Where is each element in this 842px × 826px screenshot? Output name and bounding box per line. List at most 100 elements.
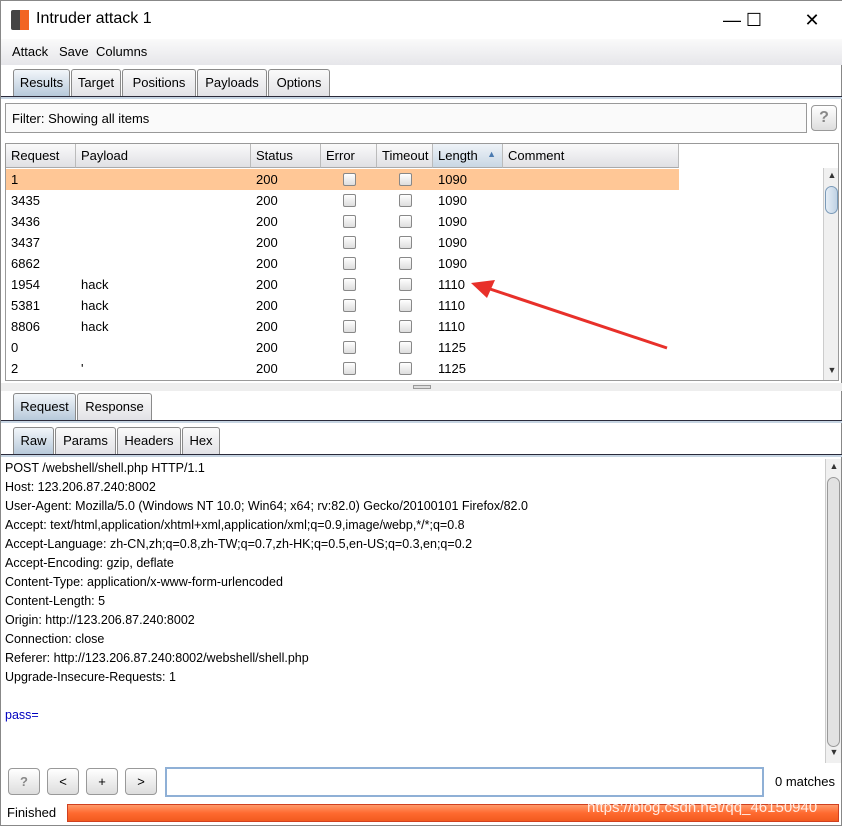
cell-length: 1090 bbox=[438, 235, 467, 250]
editor-scroll-down-icon[interactable]: ▼ bbox=[826, 747, 842, 761]
column-request[interactable]: Request bbox=[6, 144, 76, 168]
cell-request: 3437 bbox=[11, 235, 40, 250]
column-timeout[interactable]: Timeout bbox=[377, 144, 433, 168]
timeout-checkbox bbox=[399, 173, 412, 186]
cell-request: 3436 bbox=[11, 214, 40, 229]
request-line: Content-Type: application/x-www-form-url… bbox=[5, 575, 283, 589]
tab-raw[interactable]: Raw bbox=[13, 427, 54, 454]
splitter[interactable] bbox=[1, 383, 842, 391]
tab-request[interactable]: Request bbox=[13, 393, 76, 420]
title-bar: Intruder attack 1 — ☐ ✕ bbox=[1, 1, 842, 39]
column-payload[interactable]: Payload bbox=[76, 144, 251, 168]
timeout-checkbox bbox=[399, 362, 412, 375]
cell-payload: hack bbox=[81, 298, 109, 313]
cell-status: 200 bbox=[256, 298, 278, 313]
cell-status: 200 bbox=[256, 340, 278, 355]
tab-options[interactable]: Options bbox=[268, 69, 330, 96]
cell-request: 6862 bbox=[11, 256, 40, 271]
cell-length: 1110 bbox=[438, 277, 465, 292]
cell-status: 200 bbox=[256, 214, 278, 229]
error-checkbox bbox=[343, 278, 356, 291]
error-checkbox bbox=[343, 215, 356, 228]
error-checkbox bbox=[343, 257, 356, 270]
cell-length: 1110 bbox=[438, 298, 465, 313]
cell-status: 200 bbox=[256, 193, 278, 208]
cell-length: 1090 bbox=[438, 256, 467, 271]
column-comment[interactable]: Comment bbox=[503, 144, 679, 168]
error-checkbox bbox=[343, 173, 356, 186]
tab-positions[interactable]: Positions bbox=[122, 69, 196, 96]
editor-scroll-thumb[interactable] bbox=[827, 477, 840, 747]
request-body: pass= bbox=[5, 708, 39, 722]
table-row[interactable]: 6862 200 1090 bbox=[6, 253, 679, 274]
menu-columns[interactable]: Columns bbox=[96, 44, 147, 59]
table-row[interactable]: 3437 200 1090 bbox=[6, 232, 679, 253]
tab-headers[interactable]: Headers bbox=[117, 427, 181, 454]
request-line: POST /webshell/shell.php HTTP/1.1 bbox=[5, 461, 205, 475]
editor-scrollbar[interactable]: ▲ ▼ bbox=[825, 459, 841, 763]
status-text: Finished bbox=[7, 805, 57, 820]
filter-bar[interactable]: Filter: Showing all items bbox=[5, 103, 807, 133]
table-row[interactable]: 3436 200 1090 bbox=[6, 211, 679, 232]
request-line: Accept: text/html,application/xhtml+xml,… bbox=[5, 518, 465, 532]
search-previous-button[interactable]: < bbox=[47, 768, 79, 795]
menu-save[interactable]: Save bbox=[59, 44, 89, 59]
maximize-button[interactable]: ☐ bbox=[731, 7, 777, 33]
request-line bbox=[5, 687, 819, 706]
request-line: Content-Length: 5 bbox=[5, 594, 106, 608]
timeout-checkbox bbox=[399, 278, 412, 291]
timeout-checkbox bbox=[399, 194, 412, 207]
menu-bar: Attack Save Columns bbox=[1, 39, 842, 65]
editor-scroll-up-icon[interactable]: ▲ bbox=[826, 461, 842, 475]
scroll-down-icon[interactable]: ▼ bbox=[824, 365, 838, 379]
cell-request: 2 bbox=[11, 361, 19, 376]
table-scrollbar[interactable]: ▲ ▼ bbox=[823, 168, 838, 380]
annotation-arrow-shaft bbox=[480, 284, 668, 350]
cell-length: 1125 bbox=[438, 361, 466, 376]
search-input[interactable] bbox=[165, 767, 764, 797]
error-checkbox bbox=[343, 320, 356, 333]
table-row[interactable]: 2 ' 200 1125 bbox=[6, 358, 679, 379]
request-line: Accept-Encoding: gzip, deflate bbox=[5, 556, 174, 570]
timeout-checkbox bbox=[399, 341, 412, 354]
close-button[interactable]: ✕ bbox=[789, 7, 835, 33]
timeout-checkbox bbox=[399, 215, 412, 228]
tab-target[interactable]: Target bbox=[71, 69, 121, 96]
cell-length: 1090 bbox=[438, 214, 467, 229]
scroll-thumb[interactable] bbox=[825, 186, 838, 214]
error-checkbox bbox=[343, 194, 356, 207]
error-checkbox bbox=[343, 236, 356, 249]
table-row[interactable]: 1 200 1090 bbox=[6, 169, 679, 190]
tab-results[interactable]: Results bbox=[13, 69, 70, 96]
search-add-button[interactable]: + bbox=[86, 768, 118, 795]
request-line: Accept-Language: zh-CN,zh;q=0.8,zh-TW;q=… bbox=[5, 537, 473, 551]
cell-status: 200 bbox=[256, 319, 278, 334]
timeout-checkbox bbox=[399, 236, 412, 249]
request-line: Origin: http://123.206.87.240:8002 bbox=[5, 613, 195, 627]
tab-params[interactable]: Params bbox=[55, 427, 116, 454]
request-line: Connection: close bbox=[5, 632, 105, 646]
column-error[interactable]: Error bbox=[321, 144, 377, 168]
tab-response[interactable]: Response bbox=[77, 393, 152, 420]
menu-attack[interactable]: Attack bbox=[12, 44, 48, 59]
search-next-button[interactable]: > bbox=[125, 768, 157, 795]
table-row[interactable]: 3435 200 1090 bbox=[6, 190, 679, 211]
column-length[interactable]: Length ▲ bbox=[433, 144, 503, 168]
tab-hex[interactable]: Hex bbox=[182, 427, 220, 454]
burp-logo-icon bbox=[11, 10, 29, 30]
timeout-checkbox bbox=[399, 320, 412, 333]
request-line: Upgrade-Insecure-Requests: 1 bbox=[5, 670, 176, 684]
request-line: Host: 123.206.87.240:8002 bbox=[5, 480, 156, 494]
column-status[interactable]: Status bbox=[251, 144, 321, 168]
cell-length: 1090 bbox=[438, 172, 467, 187]
timeout-checkbox bbox=[399, 299, 412, 312]
cell-payload: ' bbox=[81, 361, 84, 376]
tab-payloads[interactable]: Payloads bbox=[197, 69, 267, 96]
cell-status: 200 bbox=[256, 277, 278, 292]
scroll-up-icon[interactable]: ▲ bbox=[824, 170, 838, 184]
request-line: Referer: http://123.206.87.240:8002/webs… bbox=[5, 651, 309, 665]
raw-request-editor[interactable]: POST /webshell/shell.php HTTP/1.1 Host: 1… bbox=[1, 457, 823, 763]
watermark: https://blog.csdn.net/qq_46150940 bbox=[587, 799, 818, 816]
search-help-button[interactable]: ? bbox=[8, 768, 40, 795]
filter-help-button[interactable]: ? bbox=[811, 105, 837, 131]
